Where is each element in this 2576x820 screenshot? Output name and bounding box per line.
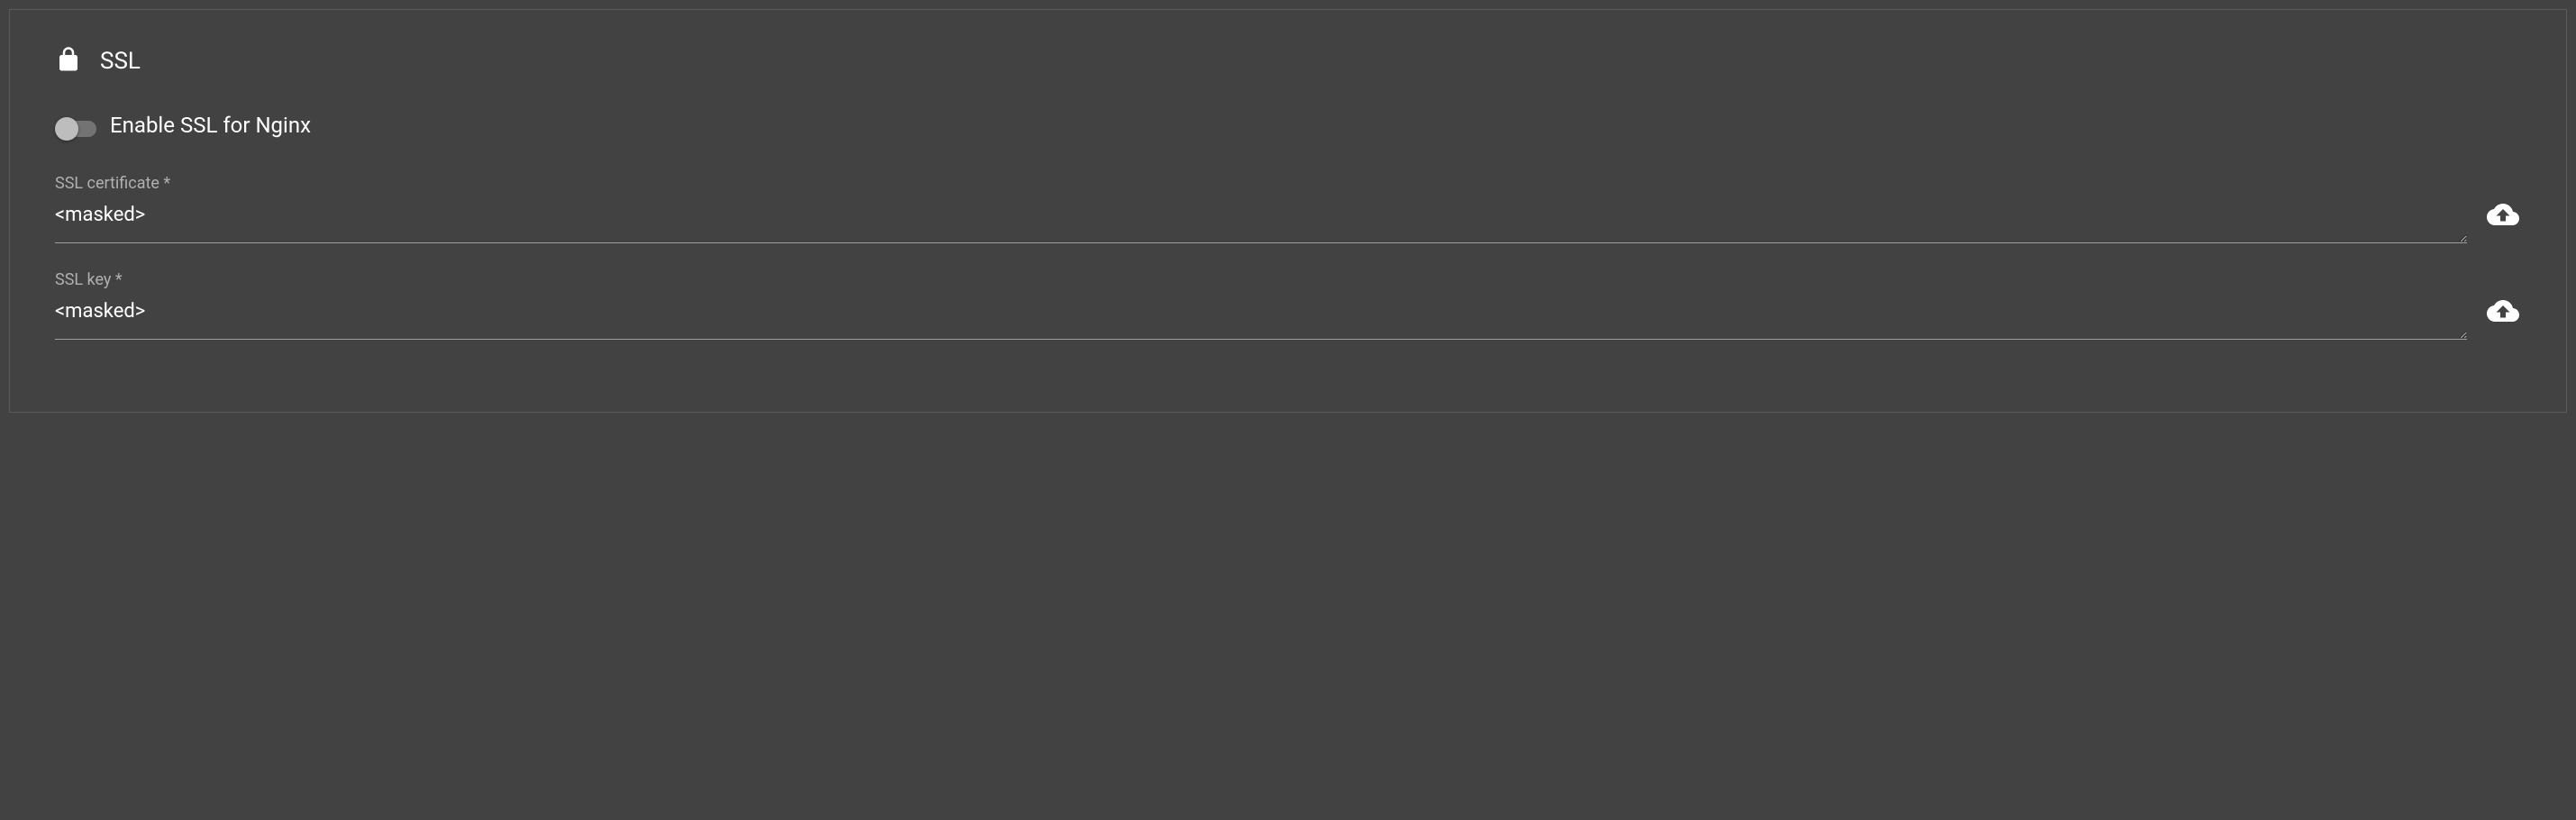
section-header: SSL <box>55 46 2521 77</box>
cloud-upload-icon <box>2487 198 2519 234</box>
ssl-certificate-upload-button[interactable] <box>2485 198 2521 234</box>
ssl-certificate-field: SSL certificate * <box>55 174 2467 243</box>
ssl-key-upload-button[interactable] <box>2485 295 2521 331</box>
ssl-key-field: SSL key * <box>55 270 2467 340</box>
enable-ssl-toggle[interactable] <box>55 117 96 133</box>
section-title: SSL <box>100 48 141 75</box>
ssl-certificate-row: SSL certificate * <box>55 174 2521 243</box>
enable-ssl-toggle-row: Enable SSL for Nginx <box>55 113 2521 138</box>
enable-ssl-label: Enable SSL for Nginx <box>110 113 311 138</box>
cloud-upload-icon <box>2487 295 2519 331</box>
ssl-key-input[interactable] <box>55 295 2467 340</box>
lock-icon <box>55 46 82 77</box>
ssl-key-row: SSL key * <box>55 270 2521 340</box>
ssl-key-label: SSL key * <box>55 270 2467 289</box>
ssl-panel: SSL Enable SSL for Nginx SSL certificate… <box>9 9 2567 413</box>
ssl-certificate-input[interactable] <box>55 198 2467 243</box>
ssl-certificate-label: SSL certificate * <box>55 174 2467 193</box>
